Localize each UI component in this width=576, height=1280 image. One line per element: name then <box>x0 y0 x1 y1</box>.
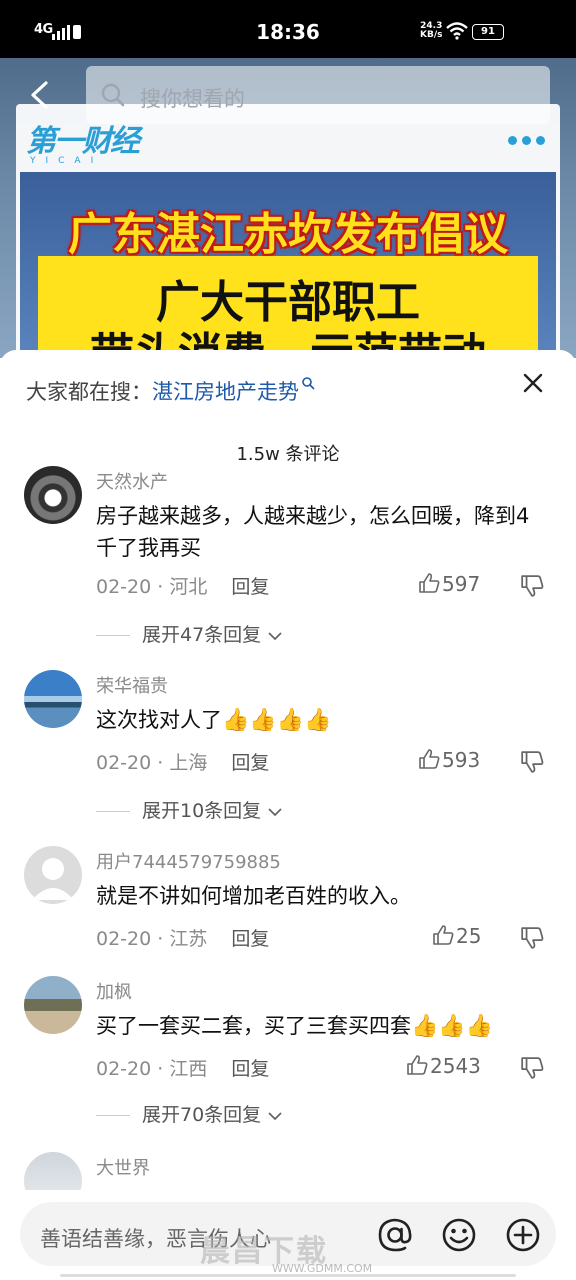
comment-text-body: 这次找对人了 <box>96 708 222 732</box>
divider <box>96 1115 130 1116</box>
thumbs-down-icon[interactable] <box>520 1056 544 1080</box>
chevron-down-icon <box>268 808 282 817</box>
comment-date: 02-20 <box>96 576 152 598</box>
comment-text: 房子越来越多，人越来越少，怎么回暖，降到4千了我再买 <box>96 504 530 560</box>
like-count: 593 <box>442 748 481 772</box>
like-button[interactable]: 597 <box>418 572 480 596</box>
comment-location: 江西 <box>169 1058 208 1080</box>
like-button[interactable]: 25 <box>432 924 481 948</box>
comment-item: 加枫 买了一套买二套，买了三套买四套👍👍👍 02-20 · 江西 回复 2543 … <box>0 976 576 1146</box>
avatar[interactable] <box>24 846 82 904</box>
comment-sheet: 大家都在搜：湛江房地产走势 1.5w 条评论 天然水产 房子越来越多，人越来越少… <box>0 350 576 1280</box>
search-input[interactable]: 搜你想看的 <box>86 66 550 124</box>
comment-author[interactable]: 用户7444579759885 <box>96 848 281 874</box>
thumbs-up-icon <box>407 1055 428 1075</box>
comment-item: 荣华福贵 这次找对人了👍👍👍👍 02-20 · 上海 回复 593 展开10条回复 <box>0 670 576 840</box>
search-placeholder: 搜你想看的 <box>140 87 245 111</box>
thumbs-up-icon <box>433 925 454 945</box>
like-count: 25 <box>456 924 482 948</box>
reply-button[interactable]: 回复 <box>231 752 269 774</box>
home-indicator[interactable] <box>60 1274 516 1277</box>
comment-author[interactable]: 加枫 <box>96 978 132 1004</box>
thumbs-up-emoji: 👍👍👍 <box>411 1014 494 1039</box>
comment-date: 02-20 <box>96 1058 152 1080</box>
comment-location: 江苏 <box>169 928 208 950</box>
reply-button[interactable]: 回复 <box>231 928 269 950</box>
comment-count: 1.5w 条评论 <box>236 444 340 465</box>
thumbs-down-icon[interactable] <box>520 926 544 950</box>
like-count: 597 <box>442 572 481 596</box>
comment-text: 买了一套买二套，买了三套买四套👍👍👍 <box>96 1010 566 1043</box>
close-icon[interactable] <box>522 372 544 394</box>
expand-replies-label: 展开70条回复 <box>142 1104 262 1126</box>
comment-date: 02-20 <box>96 752 152 774</box>
divider <box>96 811 130 812</box>
reply-button[interactable]: 回复 <box>231 1058 269 1080</box>
expand-replies-label: 展开47条回复 <box>142 624 262 646</box>
comment-meta: 02-20 · 江西 回复 <box>96 1058 270 1080</box>
avatar[interactable] <box>24 466 82 524</box>
comment-author[interactable]: 荣华福贵 <box>96 672 168 698</box>
comment-meta: 02-20 · 河北 回复 <box>96 576 270 598</box>
speed-unit: KB/s <box>420 30 443 40</box>
comment-author[interactable]: 天然水产 <box>96 468 168 494</box>
comment-date: 02-20 <box>96 928 152 950</box>
article-poster: 广东湛江赤坎发布倡议 广大干部职工 带头消费，示范带动 <box>20 172 556 380</box>
avatar[interactable] <box>24 976 82 1034</box>
expand-replies[interactable]: 展开47条回复 <box>96 620 283 647</box>
battery-icon: 91 <box>472 24 504 40</box>
hot-search: 大家都在搜：湛江房地产走势 <box>26 376 315 406</box>
comment-meta: 02-20 · 上海 回复 <box>96 752 270 774</box>
expand-replies[interactable]: 展开10条回复 <box>96 796 283 823</box>
back-icon[interactable] <box>28 80 52 110</box>
reply-button[interactable]: 回复 <box>231 576 269 598</box>
poster-headline: 广东湛江赤坎发布倡议 <box>68 209 508 260</box>
mention-icon[interactable] <box>376 1216 414 1254</box>
comment-text-body: 买了一套买二套，买了三套买四套 <box>96 1014 411 1038</box>
comment-item: 用户7444579759885 就是不讲如何增加老百姓的收入。 02-20 · … <box>0 846 576 966</box>
avatar[interactable] <box>24 670 82 728</box>
comment-item: 天然水产 房子越来越多，人越来越少，怎么回暖，降到4千了我再买 02-20 · … <box>0 466 576 656</box>
like-button[interactable]: 593 <box>418 748 480 772</box>
expand-replies[interactable]: 展开70条回复 <box>96 1100 283 1127</box>
search-icon <box>101 83 125 107</box>
comment-location: 河北 <box>169 576 208 598</box>
thumbs-down-icon[interactable] <box>520 750 544 774</box>
hot-search-label: 大家都在搜： <box>26 380 152 404</box>
like-button[interactable]: 2543 <box>406 1054 481 1078</box>
add-icon[interactable] <box>504 1216 542 1254</box>
comment-text: 就是不讲如何增加老百姓的收入。 <box>96 884 411 908</box>
emoji-icon[interactable] <box>440 1216 478 1254</box>
thumbs-down-icon[interactable] <box>520 574 544 598</box>
search-icon <box>302 377 315 390</box>
divider <box>96 635 130 636</box>
chevron-down-icon <box>268 632 282 641</box>
comment-text: 这次找对人了👍👍👍👍 <box>96 704 536 737</box>
comment-author[interactable]: 大世界 <box>96 1154 150 1180</box>
comment-location: 上海 <box>169 752 208 774</box>
network-speed: 24.3 KB/s <box>420 22 442 40</box>
comment-meta: 02-20 · 江苏 回复 <box>96 928 270 950</box>
more-icon[interactable] <box>508 130 550 149</box>
chevron-down-icon <box>268 1112 282 1121</box>
expand-replies-label: 展开10条回复 <box>142 800 262 822</box>
thumbs-up-emoji: 👍👍👍👍 <box>222 708 332 733</box>
thumbs-up-icon <box>419 573 440 593</box>
wifi-icon <box>446 22 468 40</box>
status-bar: 4G 18:36 24.3 KB/s 91 <box>0 0 576 58</box>
like-count: 2543 <box>430 1054 481 1078</box>
default-avatar-icon <box>32 858 74 900</box>
hot-search-keyword[interactable]: 湛江房地产走势 <box>152 380 299 404</box>
thumbs-up-icon <box>419 749 440 769</box>
